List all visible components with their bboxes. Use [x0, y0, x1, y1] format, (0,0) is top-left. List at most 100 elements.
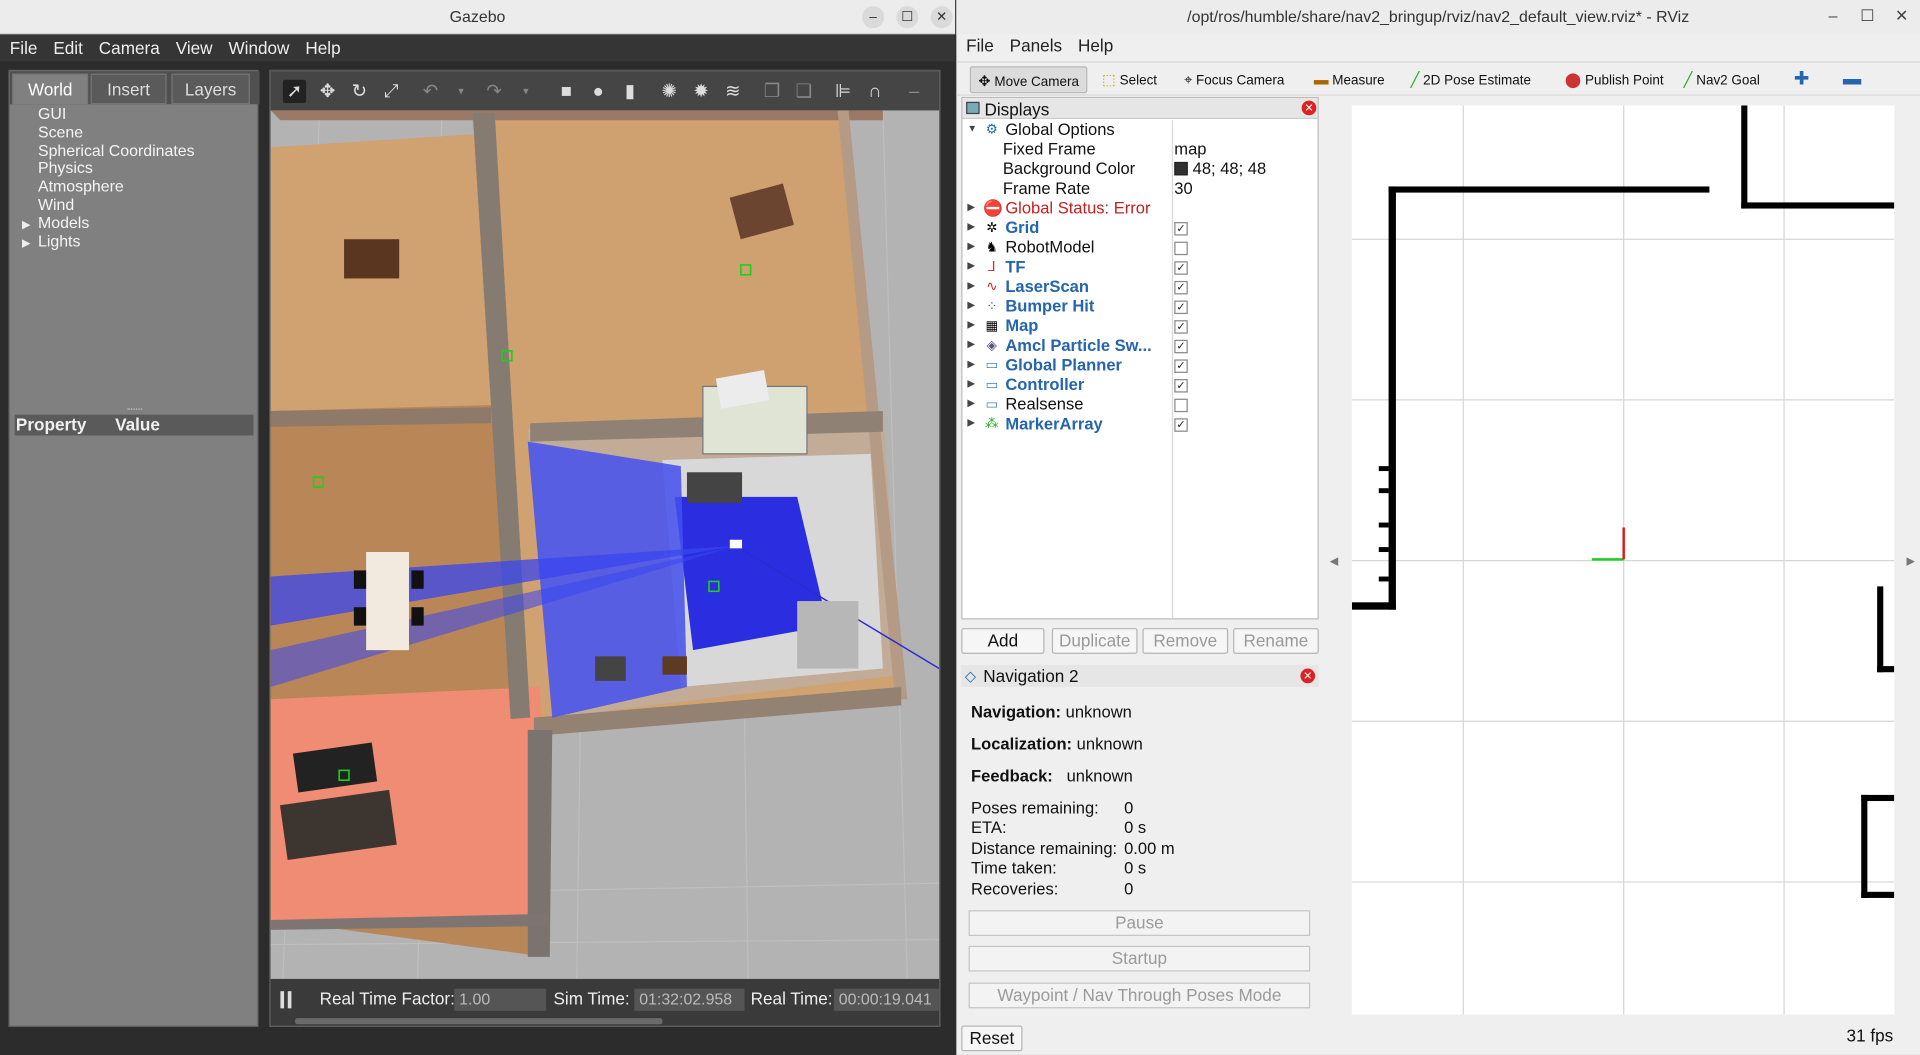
- expand-arrow-icon[interactable]: ▶: [967, 280, 975, 291]
- tree-item-atmosphere[interactable]: Atmosphere: [17, 177, 250, 196]
- property-frame-rate[interactable]: Frame Rate 30: [962, 179, 1317, 199]
- paste-icon[interactable]: ❏: [792, 80, 815, 103]
- close-button[interactable]: ✕: [930, 6, 953, 29]
- spot-light-icon[interactable]: ✹: [689, 80, 712, 103]
- directional-light-icon[interactable]: ≋: [721, 80, 744, 103]
- expand-arrow-icon[interactable]: ▶: [967, 201, 975, 212]
- expand-arrow-icon[interactable]: ▶: [967, 260, 975, 271]
- expand-arrow-icon[interactable]: ▶: [967, 358, 975, 369]
- align-icon[interactable]: ⊫: [831, 80, 854, 103]
- expand-arrow-icon[interactable]: ▶: [967, 339, 975, 350]
- display-bumper-hit[interactable]: ▶ ⁘ Bumper Hit ✓: [962, 297, 1317, 317]
- tool-2d-pose-estimate[interactable]: ╱ 2D Pose Estimate: [1411, 66, 1531, 93]
- reset-button[interactable]: Reset: [961, 1025, 1023, 1052]
- select-mode-icon[interactable]: ➚: [282, 79, 307, 104]
- collapse-left-icon[interactable]: ◀: [1330, 554, 1338, 567]
- duplicate-button[interactable]: Duplicate: [1051, 628, 1138, 654]
- display-grid[interactable]: ▶ ✲ Grid ✓: [962, 218, 1317, 238]
- menu-help[interactable]: Help: [299, 34, 347, 61]
- display-global-status[interactable]: ▶ ⛔ Global Status: Error: [962, 199, 1317, 219]
- property-value[interactable]: 30: [1174, 179, 1192, 199]
- display-tf[interactable]: ▶ ⅃ TF ✓: [962, 258, 1317, 278]
- enable-checkbox[interactable]: ✓: [1174, 320, 1188, 334]
- tool-focus-camera[interactable]: ⌖ Focus Camera: [1184, 66, 1284, 93]
- enable-checkbox[interactable]: ✓: [1174, 359, 1188, 373]
- menu-help[interactable]: Help: [1072, 34, 1120, 56]
- menu-view[interactable]: View: [170, 34, 219, 61]
- tab-layers[interactable]: Layers: [171, 73, 250, 105]
- display-robotmodel[interactable]: ▶ ♞ RobotModel: [962, 238, 1317, 258]
- tree-item-models[interactable]: ▶ Models: [17, 213, 250, 234]
- add-button[interactable]: Add: [961, 628, 1045, 654]
- enable-checkbox[interactable]: ✓: [1174, 261, 1188, 275]
- rename-button[interactable]: Rename: [1233, 628, 1319, 654]
- menu-file[interactable]: File: [4, 34, 44, 61]
- enable-checkbox[interactable]: [1174, 398, 1188, 413]
- expand-arrow-icon[interactable]: ▶: [22, 216, 38, 234]
- collapse-arrow-icon[interactable]: ▼: [967, 123, 977, 134]
- remove-button[interactable]: Remove: [1142, 628, 1229, 654]
- enable-checkbox[interactable]: ✓: [1174, 339, 1188, 354]
- close-panel-icon[interactable]: ✕: [1300, 668, 1316, 684]
- pause-icon[interactable]: [280, 991, 285, 1009]
- color-value[interactable]: 48; 48; 48: [1174, 159, 1266, 179]
- startup-button[interactable]: Startup: [968, 945, 1311, 972]
- tree-item-scene[interactable]: Scene: [17, 123, 250, 142]
- enable-checkbox[interactable]: ✓: [1174, 300, 1188, 315]
- tab-world[interactable]: World: [12, 73, 89, 105]
- gazebo-3d-view[interactable]: ➚ ✥ ↻ ⤢ ↶ ▾ ↷ ▾ ■ ● ▮ ✺ ✹ ≋ ❐ ❏ ⊫ ∩ – Re…: [269, 69, 941, 1027]
- scale-mode-icon[interactable]: ⤢: [380, 80, 403, 103]
- expand-arrow-icon[interactable]: ▶: [967, 299, 975, 310]
- display-map[interactable]: ▶ ▦ Map ✓: [962, 316, 1317, 336]
- menu-file[interactable]: File: [960, 34, 1000, 56]
- property-fixed-frame[interactable]: Fixed Frame map: [962, 140, 1317, 160]
- horizontal-scrollbar[interactable]: [295, 1018, 663, 1025]
- maximize-icon[interactable]: ☐: [1855, 6, 1879, 26]
- menu-edit[interactable]: Edit: [47, 34, 89, 61]
- toolbar-more-icon[interactable]: –: [902, 80, 925, 103]
- rotate-mode-icon[interactable]: ↻: [348, 80, 371, 103]
- expand-arrow-icon[interactable]: ▶: [967, 417, 975, 428]
- enable-checkbox[interactable]: ✓: [1174, 280, 1188, 295]
- tab-insert[interactable]: Insert: [90, 73, 167, 105]
- tool-measure[interactable]: ▬ Measure: [1314, 66, 1385, 93]
- sphere-shape-icon[interactable]: ●: [587, 80, 610, 103]
- enable-checkbox[interactable]: [1174, 241, 1188, 256]
- box-shape-icon[interactable]: ■: [555, 80, 578, 103]
- tree-item-wind[interactable]: Wind: [17, 195, 250, 214]
- menu-window[interactable]: Window: [222, 34, 295, 61]
- pause-button[interactable]: Pause: [968, 910, 1311, 936]
- display-realsense[interactable]: ▶ ▭ Realsense: [962, 395, 1317, 415]
- display-controller[interactable]: ▶ ▭ Controller ✓: [962, 375, 1317, 395]
- tool-select[interactable]: ⬚ Select: [1102, 66, 1157, 93]
- pause-icon-bar[interactable]: [287, 991, 292, 1009]
- menu-camera[interactable]: Camera: [93, 34, 166, 61]
- expand-arrow-icon[interactable]: ▶: [967, 319, 975, 330]
- collapse-right-icon[interactable]: ▶: [1907, 554, 1915, 567]
- copy-icon[interactable]: ❐: [760, 80, 783, 103]
- expand-arrow-icon[interactable]: ▶: [22, 234, 38, 252]
- menu-panels[interactable]: Panels: [1004, 34, 1069, 56]
- simulation-scene[interactable]: [270, 110, 940, 979]
- property-background-color[interactable]: Background Color 48; 48; 48: [962, 159, 1317, 179]
- minimize-button[interactable]: –: [862, 6, 885, 29]
- point-light-icon[interactable]: ✺: [658, 80, 681, 103]
- display-amcl-particle-swarm[interactable]: ▶ ◈ Amcl Particle Sw... ✓: [962, 336, 1317, 356]
- minimize-icon[interactable]: –: [1821, 6, 1845, 24]
- expand-arrow-icon[interactable]: ▶: [967, 378, 975, 389]
- display-global-options[interactable]: ▼ ⚙ Global Options: [962, 120, 1317, 140]
- tree-item-lights[interactable]: ▶ Lights: [17, 231, 250, 252]
- tree-item-spherical-coordinates[interactable]: Spherical Coordinates: [17, 141, 250, 160]
- redo-history-icon[interactable]: ▾: [514, 80, 537, 103]
- tool-nav2-goal[interactable]: ╱ Nav2 Goal: [1684, 66, 1760, 93]
- enable-checkbox[interactable]: ✓: [1174, 379, 1188, 393]
- expand-arrow-icon[interactable]: ▶: [967, 240, 975, 251]
- remove-tool-icon[interactable]: ▬: [1843, 66, 1861, 93]
- add-tool-icon[interactable]: ✚: [1794, 66, 1809, 93]
- enable-checkbox[interactable]: ✓: [1174, 222, 1188, 236]
- property-value[interactable]: map: [1174, 140, 1206, 160]
- redo-icon[interactable]: ↷: [482, 80, 505, 103]
- close-icon[interactable]: ✕: [1889, 6, 1913, 26]
- snap-icon[interactable]: ∩: [863, 80, 886, 103]
- tree-item-gui[interactable]: GUI: [17, 105, 250, 123]
